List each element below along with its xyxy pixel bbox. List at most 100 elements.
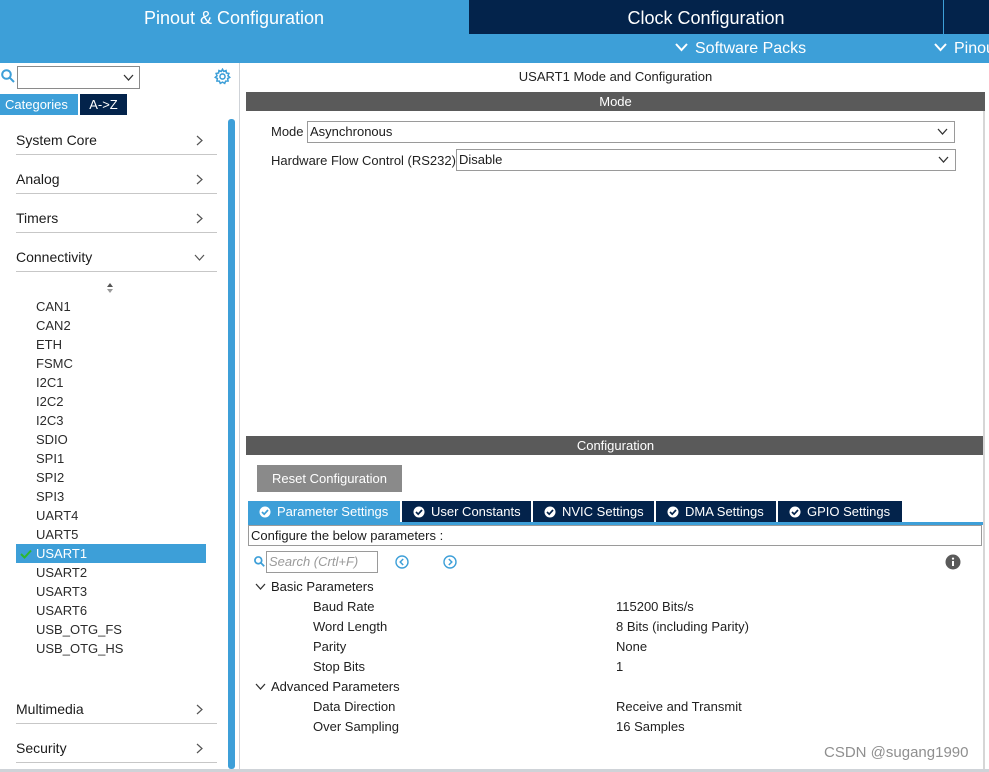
software-packs-menu[interactable]: Software Packs bbox=[675, 34, 806, 63]
parameter-search-input[interactable]: Search (Crtl+F) bbox=[266, 551, 378, 573]
group-advanced-parameters[interactable]: Advanced Parameters bbox=[255, 679, 400, 694]
search-icon bbox=[254, 556, 265, 567]
chevron-right-icon bbox=[196, 743, 203, 754]
param-value[interactable]: 1 bbox=[616, 659, 623, 674]
category-list: System Core Analog Timers Connectivity C… bbox=[0, 115, 228, 772]
peripheral-item-spi3[interactable]: SPI3 bbox=[16, 487, 206, 506]
sort-icon[interactable] bbox=[106, 282, 114, 294]
param-value[interactable]: 115200 Bits/s bbox=[616, 599, 694, 614]
mode-label: Mode bbox=[271, 124, 304, 139]
chevron-down-icon bbox=[934, 43, 947, 52]
category-security[interactable]: Security bbox=[16, 735, 217, 763]
reset-configuration-button[interactable]: Reset Configuration bbox=[257, 465, 402, 492]
chevron-down-icon bbox=[675, 43, 688, 52]
sub-menu-bar: Software Packs Pinout bbox=[0, 34, 989, 63]
peripheral-item-uart5[interactable]: UART5 bbox=[16, 525, 206, 544]
peripheral-item-usart2[interactable]: USART2 bbox=[16, 563, 206, 582]
peripheral-item-spi2[interactable]: SPI2 bbox=[16, 468, 206, 487]
flow-control-select[interactable]: Disable bbox=[456, 149, 956, 171]
configuration-section-header: Configuration bbox=[246, 436, 985, 455]
param-name: Word Length bbox=[313, 619, 388, 634]
category-analog[interactable]: Analog bbox=[16, 166, 217, 194]
tab-label: NVIC Settings bbox=[562, 504, 644, 519]
peripheral-item-usb-otg-hs[interactable]: USB_OTG_HS bbox=[16, 639, 206, 658]
check-circle-icon bbox=[259, 506, 271, 518]
info-icon[interactable] bbox=[945, 554, 961, 570]
peripheral-item-uart4[interactable]: UART4 bbox=[16, 506, 206, 525]
peripheral-item-i2c2[interactable]: I2C2 bbox=[16, 392, 206, 411]
group-basic-parameters[interactable]: Basic Parameters bbox=[255, 579, 374, 594]
gear-icon[interactable] bbox=[214, 68, 231, 85]
chevron-right-icon bbox=[196, 213, 203, 224]
chevron-down-icon bbox=[123, 74, 134, 81]
peripheral-item-usart3[interactable]: USART3 bbox=[16, 582, 206, 601]
tab-user-constants[interactable]: User Constants bbox=[402, 501, 531, 523]
tab-pinout-configuration[interactable]: Pinout & Configuration bbox=[0, 0, 468, 34]
peripheral-item-i2c1[interactable]: I2C1 bbox=[16, 373, 206, 392]
peripheral-item-usart6[interactable]: USART6 bbox=[16, 601, 206, 620]
peripheral-item-spi1[interactable]: SPI1 bbox=[16, 449, 206, 468]
tab-label: GPIO Settings bbox=[807, 504, 891, 519]
param-name: Baud Rate bbox=[313, 599, 375, 614]
tab-dma-settings[interactable]: DMA Settings bbox=[656, 501, 776, 523]
category-multimedia[interactable]: Multimedia bbox=[16, 696, 217, 724]
mode-panel-title: USART1 Mode and Configuration bbox=[518, 69, 713, 84]
peripheral-item-usart1[interactable]: USART1 bbox=[16, 544, 206, 563]
category-connectivity[interactable]: Connectivity bbox=[16, 244, 217, 272]
peripheral-search-combo[interactable] bbox=[17, 66, 140, 89]
tab-label: DMA Settings bbox=[685, 504, 764, 519]
peripheral-item-sdio[interactable]: SDIO bbox=[16, 430, 206, 449]
flow-control-value: Disable bbox=[459, 152, 503, 167]
peripheral-item-usb-otg-fs[interactable]: USB_OTG_FS bbox=[16, 620, 206, 639]
previous-icon[interactable] bbox=[395, 555, 409, 569]
peripheral-item-can2[interactable]: CAN2 bbox=[16, 316, 206, 335]
peripheral-item-eth[interactable]: ETH bbox=[16, 335, 206, 354]
category-label: System Core bbox=[16, 132, 97, 148]
param-name: Stop Bits bbox=[313, 659, 366, 674]
chevron-right-icon bbox=[196, 135, 203, 146]
peripheral-item-i2c3[interactable]: I2C3 bbox=[16, 411, 206, 430]
param-value[interactable]: Receive and Transmit bbox=[616, 699, 742, 714]
param-value[interactable]: 8 Bits (including Parity) bbox=[616, 619, 749, 634]
software-packs-label: Software Packs bbox=[695, 40, 807, 57]
watermark: CSDN @sugang1990 bbox=[824, 744, 969, 761]
tab-parameter-settings[interactable]: Parameter Settings bbox=[248, 501, 400, 523]
peripheral-item-fsmc[interactable]: FSMC bbox=[16, 354, 206, 373]
pinout-menu[interactable]: Pinout bbox=[934, 34, 989, 63]
category-scrollbar[interactable] bbox=[228, 119, 235, 769]
tab-label: User Constants bbox=[431, 504, 521, 519]
category-label: Timers bbox=[16, 210, 59, 226]
check-circle-icon bbox=[789, 506, 801, 518]
chevron-down-icon bbox=[255, 583, 266, 590]
check-circle-icon bbox=[544, 506, 556, 518]
configuration-panel: USART1 Mode and Configuration Mode Mode … bbox=[246, 63, 985, 769]
category-timers[interactable]: Timers bbox=[16, 205, 217, 233]
a-z-toggle[interactable]: A->Z bbox=[80, 94, 127, 115]
tab-gpio-settings[interactable]: GPIO Settings bbox=[778, 501, 902, 523]
group-label: Basic Parameters bbox=[271, 579, 374, 594]
tab-clock-configuration[interactable]: Clock Configuration bbox=[469, 0, 943, 34]
mode-select-value: Asynchronous bbox=[310, 124, 393, 139]
search-icon[interactable] bbox=[1, 69, 15, 83]
categories-toggle[interactable]: Categories bbox=[0, 94, 78, 115]
mode-section-header: Mode bbox=[246, 92, 985, 111]
chevron-down-icon bbox=[194, 254, 205, 261]
next-icon[interactable] bbox=[443, 555, 457, 569]
check-circle-icon bbox=[413, 506, 425, 518]
category-label: Multimedia bbox=[16, 701, 84, 717]
param-value[interactable]: 16 Samples bbox=[616, 719, 685, 734]
checkmark-icon bbox=[20, 549, 32, 559]
param-value[interactable]: None bbox=[616, 639, 647, 654]
peripheral-item-can1[interactable]: CAN1 bbox=[16, 297, 206, 316]
tab-nvic-settings[interactable]: NVIC Settings bbox=[533, 501, 654, 523]
categories-panel: Categories A->Z System Core Analog Timer… bbox=[0, 63, 240, 772]
tab-project-manager[interactable] bbox=[944, 0, 989, 34]
category-system-core[interactable]: System Core bbox=[16, 127, 217, 155]
mode-select[interactable]: Asynchronous bbox=[307, 121, 955, 143]
category-label: Analog bbox=[16, 171, 60, 187]
check-circle-icon bbox=[667, 506, 679, 518]
flow-control-label: Hardware Flow Control (RS232) bbox=[271, 153, 456, 168]
chevron-right-icon bbox=[196, 174, 203, 185]
configure-hint: Configure the below parameters : bbox=[248, 525, 982, 546]
top-tab-bar: Pinout & Configuration Clock Configurati… bbox=[0, 0, 989, 34]
